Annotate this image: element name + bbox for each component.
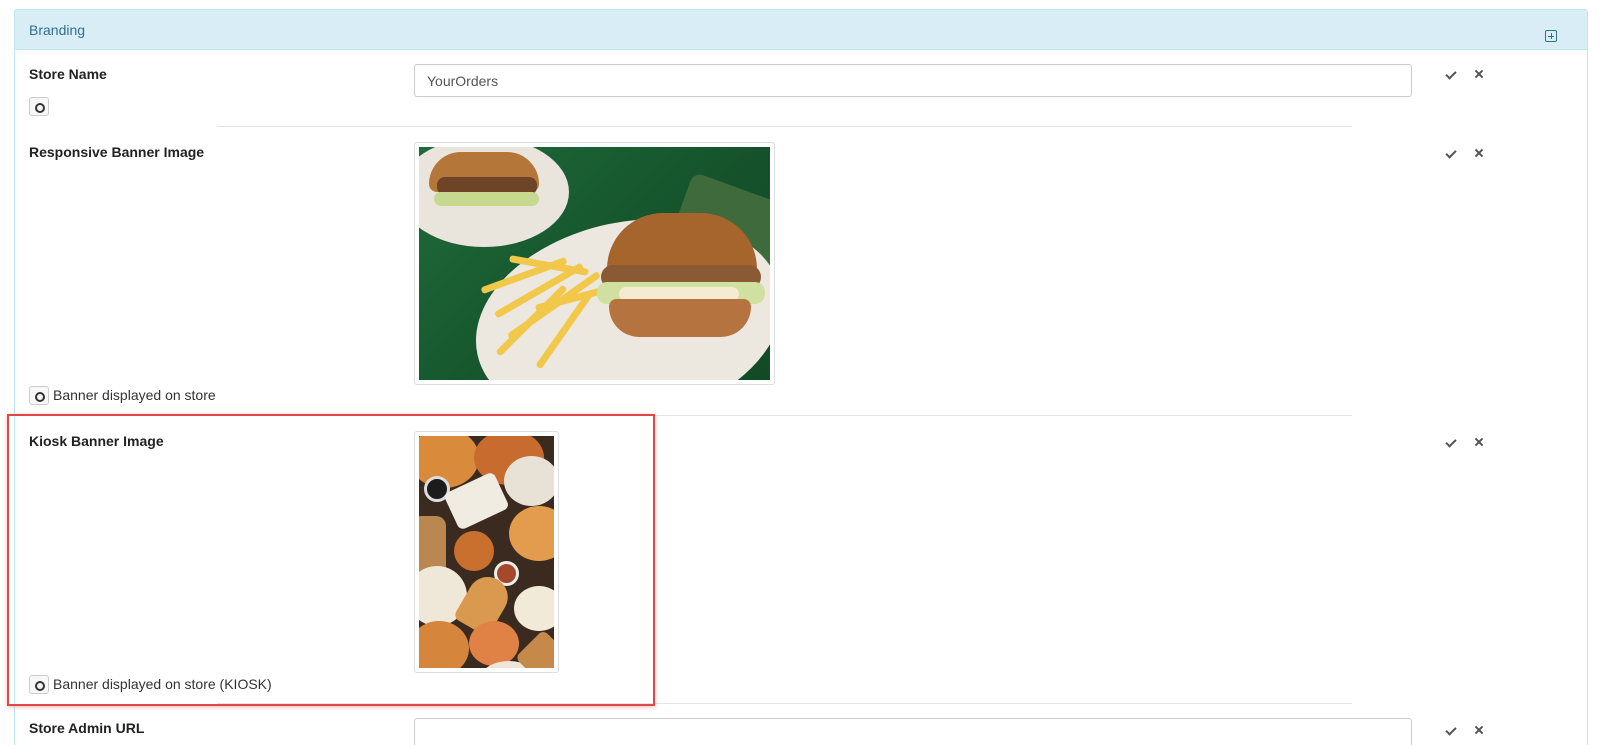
branding-panel: Branding (14, 9, 1588, 745)
close-icon[interactable] (1470, 66, 1488, 84)
help-icon[interactable] (29, 675, 49, 694)
close-icon[interactable] (1470, 434, 1488, 452)
row-divider (217, 703, 1352, 704)
expand-icon[interactable] (1545, 30, 1557, 42)
close-icon[interactable] (1470, 722, 1488, 740)
panel-heading: Branding (15, 10, 1587, 50)
check-icon[interactable] (1444, 145, 1462, 163)
check-icon[interactable] (1444, 66, 1462, 84)
panel-title: Branding (29, 22, 86, 38)
store-name-label: Store Name (29, 66, 107, 82)
row-divider (217, 415, 1352, 416)
help-icon[interactable] (29, 386, 49, 405)
burger-image (419, 147, 770, 380)
check-icon[interactable] (1444, 434, 1462, 452)
close-icon[interactable] (1470, 145, 1488, 163)
help-icon[interactable] (29, 97, 49, 116)
kiosk-banner-label: Kiosk Banner Image (29, 433, 164, 449)
kiosk-banner-help-text: Banner displayed on store (KIOSK) (53, 676, 272, 692)
store-name-input[interactable] (414, 64, 1412, 97)
check-icon[interactable] (1444, 722, 1462, 740)
responsive-banner-thumbnail[interactable] (414, 142, 775, 385)
pizza-spread-image (419, 436, 554, 668)
responsive-banner-label: Responsive Banner Image (29, 144, 205, 160)
row-divider (217, 126, 1352, 127)
responsive-banner-help-text: Banner displayed on store (53, 387, 216, 403)
kiosk-banner-thumbnail[interactable] (414, 431, 559, 673)
store-admin-url-label: Store Admin URL (29, 720, 145, 736)
store-admin-url-input[interactable] (414, 718, 1412, 745)
